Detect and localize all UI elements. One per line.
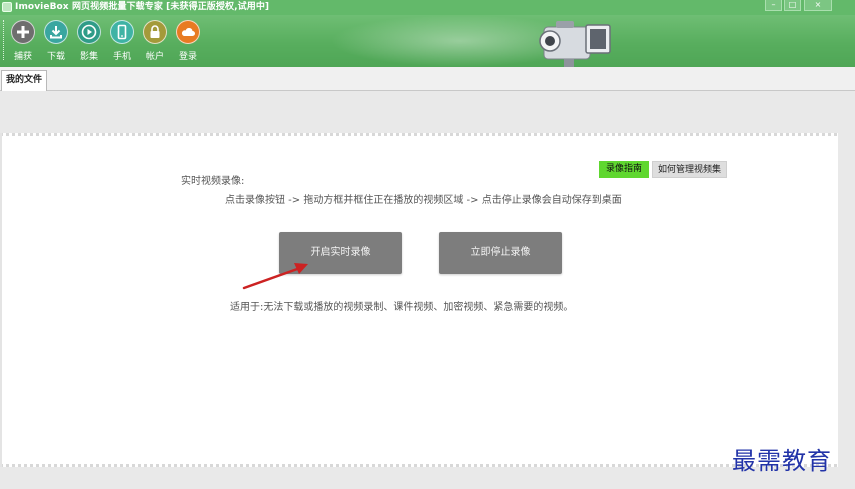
account-label: 帐户	[145, 52, 164, 62]
login-button[interactable]: 登录	[173, 19, 203, 65]
cloud-icon	[176, 20, 200, 44]
account-button[interactable]: 帐户	[140, 19, 170, 65]
toolbar: 捕获 下载 影集 手机 帐户 登录	[0, 15, 855, 67]
download-icon	[44, 20, 68, 44]
annotation-arrow-icon	[242, 263, 308, 290]
login-label: 登录	[178, 52, 197, 62]
recording-guide-button[interactable]: 录像指南	[599, 161, 649, 178]
instructions-text: 点击录像按钮 -> 拖动方框并框住正在播放的视频区域 -> 点击停止录像会自动保…	[225, 195, 622, 206]
phone-icon	[110, 20, 134, 44]
album-button[interactable]: 影集	[74, 19, 104, 65]
close-button[interactable]: ×	[804, 0, 832, 11]
watermark-text: 最需教育	[732, 447, 832, 475]
window-title: ImovieBox 网页视频批量下载专家 [未获得正版授权,试用中]	[15, 2, 270, 12]
title-bar: ImovieBox 网页视频批量下载专家 [未获得正版授权,试用中] – □ ×	[0, 0, 855, 15]
phone-label: 手机	[112, 52, 131, 62]
toolbar-grip[interactable]	[3, 20, 5, 60]
download-button[interactable]: 下载	[41, 19, 71, 65]
content-left-edge	[0, 133, 2, 467]
content-top-band	[0, 91, 855, 133]
maximize-button[interactable]: □	[784, 0, 801, 11]
manage-collections-button[interactable]: 如何管理视频集	[652, 161, 727, 178]
phone-button[interactable]: 手机	[107, 19, 137, 65]
capture-label: 捕获	[13, 52, 32, 62]
section-heading: 实时视频录像:	[181, 176, 245, 187]
content-right-edge	[838, 133, 855, 467]
app-icon	[2, 2, 12, 12]
minimize-button[interactable]: –	[765, 0, 782, 11]
lock-icon	[143, 20, 167, 44]
content-bottom-band	[0, 467, 855, 489]
tab-my-files[interactable]: 我的文件	[1, 70, 47, 91]
play-icon	[77, 20, 101, 44]
stop-recording-button[interactable]: 立即停止录像	[439, 232, 562, 274]
camcorder-icon	[539, 21, 611, 67]
tab-strip: 我的文件	[0, 67, 855, 91]
download-label: 下载	[46, 52, 65, 62]
album-label: 影集	[79, 52, 98, 62]
capture-button[interactable]: 捕获	[8, 19, 38, 65]
plus-icon	[11, 20, 35, 44]
usage-text: 适用于:无法下载或播放的视频录制、课件视频、加密视频、紧急需要的视频。	[230, 302, 574, 313]
